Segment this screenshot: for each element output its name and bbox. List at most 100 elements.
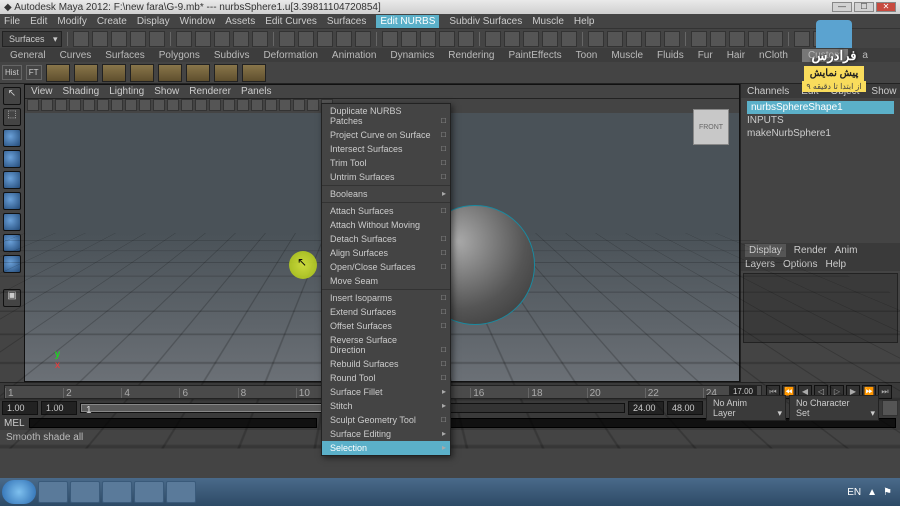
- toolbar-icon[interactable]: [355, 31, 371, 47]
- toolbar-icon[interactable]: [645, 31, 661, 47]
- toolbar-icon[interactable]: [317, 31, 333, 47]
- shelf-tab-animation[interactable]: Animation: [332, 50, 376, 61]
- menu-item-reverse-surface-direction[interactable]: Reverse Surface Direction: [322, 333, 450, 357]
- scale-tool[interactable]: [3, 171, 21, 189]
- toolbar-icon[interactable]: [588, 31, 604, 47]
- shelf-icon[interactable]: [242, 64, 266, 82]
- lang-indicator[interactable]: EN: [847, 487, 861, 498]
- toolbar-icon[interactable]: [626, 31, 642, 47]
- shelf-tab-subdivs[interactable]: Subdivs: [214, 50, 250, 61]
- vp-icon[interactable]: [69, 99, 81, 111]
- vp-icon[interactable]: [279, 99, 291, 111]
- shelf-icon[interactable]: [102, 64, 126, 82]
- vp-icon[interactable]: [237, 99, 249, 111]
- panel-menu-renderer[interactable]: Renderer: [189, 86, 231, 97]
- vp-icon[interactable]: [27, 99, 39, 111]
- toolbar-icon[interactable]: [233, 31, 249, 47]
- vp-icon[interactable]: [167, 99, 179, 111]
- viewport[interactable]: ViewShadingLightingShowRendererPanels fo…: [24, 84, 740, 382]
- shelf-icon[interactable]: [186, 64, 210, 82]
- toolbar-icon[interactable]: [523, 31, 539, 47]
- menu-item-project-curve-on-surface[interactable]: Project Curve on Surface: [322, 128, 450, 142]
- shelf-tab-general[interactable]: General: [10, 50, 46, 61]
- menu-item-booleans[interactable]: Booleans: [322, 187, 450, 201]
- maximize-button[interactable]: ☐: [854, 2, 874, 12]
- toolbar-icon[interactable]: [382, 31, 398, 47]
- shelf-tab-polygons[interactable]: Polygons: [159, 50, 200, 61]
- shelf-tab-muscle[interactable]: Muscle: [611, 50, 643, 61]
- vp-icon[interactable]: [181, 99, 193, 111]
- toolbar-icon[interactable]: [130, 31, 146, 47]
- menu-item-selection[interactable]: Selection: [322, 441, 450, 455]
- toolbar-icon[interactable]: [504, 31, 520, 47]
- panel-menu-panels[interactable]: Panels: [241, 86, 272, 97]
- menu-edit-curves[interactable]: Edit Curves: [265, 16, 317, 27]
- toolbar-icon[interactable]: [336, 31, 352, 47]
- toolbar-icon[interactable]: [664, 31, 680, 47]
- menu-item-move-seam[interactable]: Move Seam: [322, 274, 450, 288]
- shelf-tab-dynamics[interactable]: Dynamics: [390, 50, 434, 61]
- menu-item-stitch[interactable]: Stitch: [322, 399, 450, 413]
- menu-item-offset-surfaces[interactable]: Offset Surfaces: [322, 319, 450, 333]
- menu-item-attach-without-moving[interactable]: Attach Without Moving: [322, 218, 450, 232]
- toolbar-icon[interactable]: [748, 31, 764, 47]
- vp-icon[interactable]: [209, 99, 221, 111]
- menu-item-align-surfaces[interactable]: Align Surfaces: [322, 246, 450, 260]
- vp-icon[interactable]: [111, 99, 123, 111]
- taskbar-maya-icon[interactable]: [134, 481, 164, 503]
- shelf-tab-hair[interactable]: Hair: [727, 50, 745, 61]
- shelf-icon[interactable]: [214, 64, 238, 82]
- toolbar-icon[interactable]: [92, 31, 108, 47]
- vp-icon[interactable]: [265, 99, 277, 111]
- vp-icon[interactable]: [195, 99, 207, 111]
- menu-help[interactable]: Help: [574, 16, 595, 27]
- toolbar-icon[interactable]: [149, 31, 165, 47]
- toolbar-icon[interactable]: [439, 31, 455, 47]
- toolbar-icon[interactable]: [729, 31, 745, 47]
- channel-row[interactable]: makeNurbSphere1: [747, 127, 894, 140]
- vp-icon[interactable]: [41, 99, 53, 111]
- panel-menu-show[interactable]: Show: [154, 86, 179, 97]
- menu-edit[interactable]: Edit: [30, 16, 47, 27]
- shelf-icon[interactable]: [130, 64, 154, 82]
- toolbar-icon[interactable]: [298, 31, 314, 47]
- anim-layer-dropdown[interactable]: No Anim Layer: [706, 395, 786, 421]
- shelf-tab-deformation[interactable]: Deformation: [263, 50, 317, 61]
- display-tab-anim[interactable]: Anim: [835, 245, 858, 256]
- menu-file[interactable]: File: [4, 16, 20, 27]
- shelf-icon[interactable]: [158, 64, 182, 82]
- display-tab-render[interactable]: Render: [794, 245, 827, 256]
- taskbar-media-icon[interactable]: [102, 481, 132, 503]
- vp-icon[interactable]: [307, 99, 319, 111]
- shelf-tab-fluids[interactable]: Fluids: [657, 50, 684, 61]
- menu-item-insert-isoparms[interactable]: Insert Isoparms: [322, 291, 450, 305]
- vp-icon[interactable]: [55, 99, 67, 111]
- vp-icon[interactable]: [83, 99, 95, 111]
- menu-item-surface-editing[interactable]: Surface Editing: [322, 427, 450, 441]
- vp-icon[interactable]: [293, 99, 305, 111]
- toolbar-icon[interactable]: [401, 31, 417, 47]
- menu-item-intersect-surfaces[interactable]: Intersect Surfaces: [322, 142, 450, 156]
- close-button[interactable]: ✕: [876, 2, 896, 12]
- menu-item-rebuild-surfaces[interactable]: Rebuild Surfaces: [322, 357, 450, 371]
- menu-item-untrim-surfaces[interactable]: Untrim Surfaces: [322, 170, 450, 184]
- vp-icon[interactable]: [125, 99, 137, 111]
- shelf-tab-painteffects[interactable]: PaintEffects: [508, 50, 561, 61]
- toolbar-icon[interactable]: [710, 31, 726, 47]
- vp-icon[interactable]: [251, 99, 263, 111]
- tray-icon[interactable]: ▲: [867, 487, 877, 498]
- panel-menu-shading[interactable]: Shading: [63, 86, 100, 97]
- vp-icon[interactable]: [97, 99, 109, 111]
- menu-edit-nurbs[interactable]: Edit NURBS: [376, 15, 439, 28]
- menu-item-round-tool[interactable]: Round Tool: [322, 371, 450, 385]
- toolbar-icon[interactable]: [420, 31, 436, 47]
- vp-icon[interactable]: [153, 99, 165, 111]
- menu-item-sculpt-geometry-tool[interactable]: Sculpt Geometry Tool: [322, 413, 450, 427]
- taskbar-explorer-icon[interactable]: [38, 481, 68, 503]
- menu-surfaces[interactable]: Surfaces: [327, 16, 366, 27]
- toolbar-icon[interactable]: [279, 31, 295, 47]
- history-toggle[interactable]: Hist: [2, 65, 22, 80]
- menu-assets[interactable]: Assets: [225, 16, 255, 27]
- ft-toggle[interactable]: FT: [26, 65, 42, 80]
- menu-item-attach-surfaces[interactable]: Attach Surfaces: [322, 204, 450, 218]
